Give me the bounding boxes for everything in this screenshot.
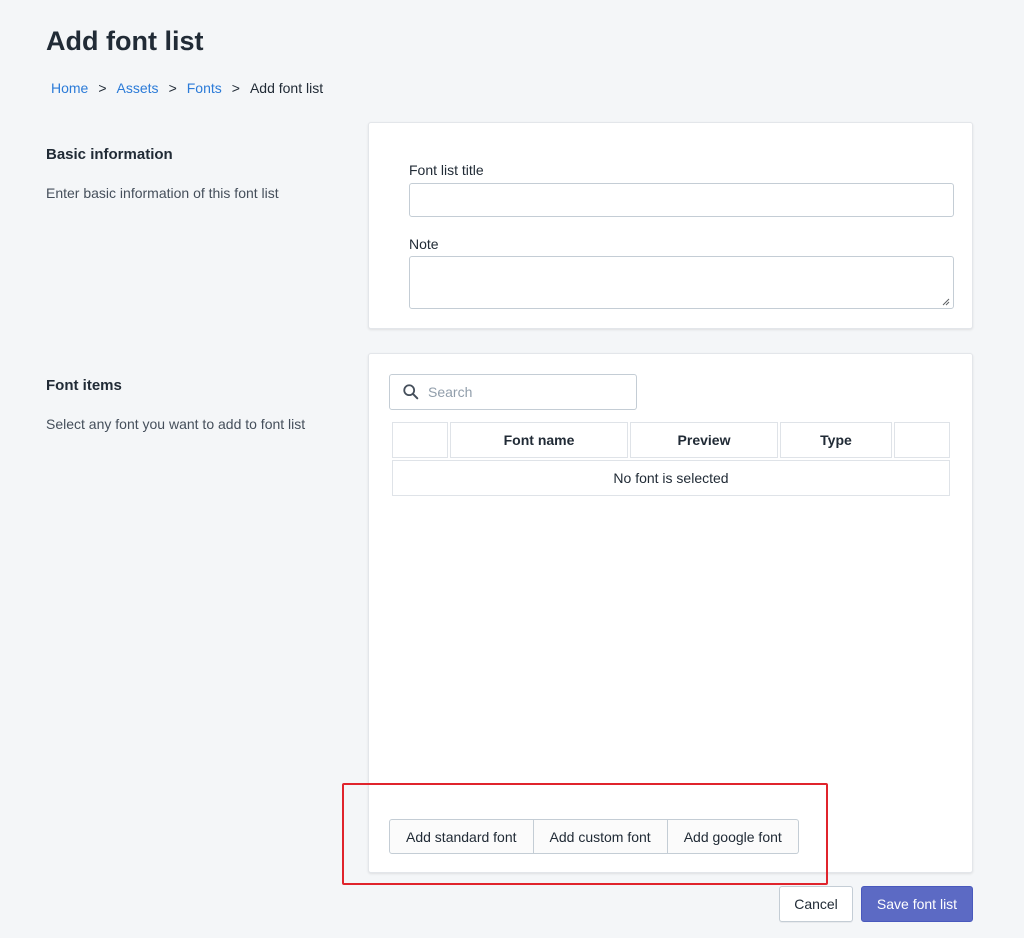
add-font-button-group: Add standard font Add custom font Add go… (389, 819, 799, 854)
table-header-row: Font name Preview Type (392, 422, 950, 458)
empty-message: No font is selected (392, 460, 950, 496)
add-custom-font-button[interactable]: Add custom font (533, 819, 668, 854)
breadcrumb-separator: > (168, 80, 177, 96)
add-google-font-button[interactable]: Add google font (667, 819, 799, 854)
note-textarea[interactable] (409, 256, 954, 309)
search-input[interactable] (428, 384, 628, 400)
page: Add font list Home > Assets > Fonts > Ad… (0, 0, 1024, 938)
cancel-button[interactable]: Cancel (779, 886, 853, 922)
column-preview[interactable]: Preview (630, 422, 778, 458)
table-row: No font is selected (392, 460, 950, 496)
note-wrapper (369, 256, 972, 309)
breadcrumb-home[interactable]: Home (51, 80, 88, 96)
breadcrumb: Home > Assets > Fonts > Add font list (51, 80, 323, 96)
basic-info-card: Font list title Note (368, 122, 973, 329)
add-standard-font-button[interactable]: Add standard font (389, 819, 534, 854)
search-icon (403, 384, 419, 400)
font-items-description: Select any font you want to add to font … (46, 416, 306, 432)
font-table: Font name Preview Type No font is select… (390, 420, 952, 498)
font-items-heading: Font items (46, 377, 122, 394)
search-box[interactable] (389, 374, 637, 410)
font-list-title-input[interactable] (409, 183, 954, 217)
column-actions (894, 422, 950, 458)
breadcrumb-fonts[interactable]: Fonts (187, 80, 222, 96)
breadcrumb-separator: > (231, 80, 240, 96)
breadcrumb-assets[interactable]: Assets (117, 80, 159, 96)
column-select[interactable] (392, 422, 448, 458)
save-font-list-button[interactable]: Save font list (861, 886, 973, 922)
font-list-title-label: Font list title (409, 162, 484, 178)
resize-handle-icon[interactable] (942, 298, 950, 306)
font-items-card: Font name Preview Type No font is select… (368, 353, 973, 873)
breadcrumb-separator: > (98, 80, 107, 96)
page-title: Add font list (46, 26, 204, 56)
column-type[interactable]: Type (780, 422, 892, 458)
basic-info-heading: Basic information (46, 146, 173, 163)
note-label: Note (409, 236, 439, 252)
column-font-name[interactable]: Font name (450, 422, 628, 458)
basic-info-description: Enter basic information of this font lis… (46, 185, 279, 201)
breadcrumb-current: Add font list (249, 80, 324, 96)
